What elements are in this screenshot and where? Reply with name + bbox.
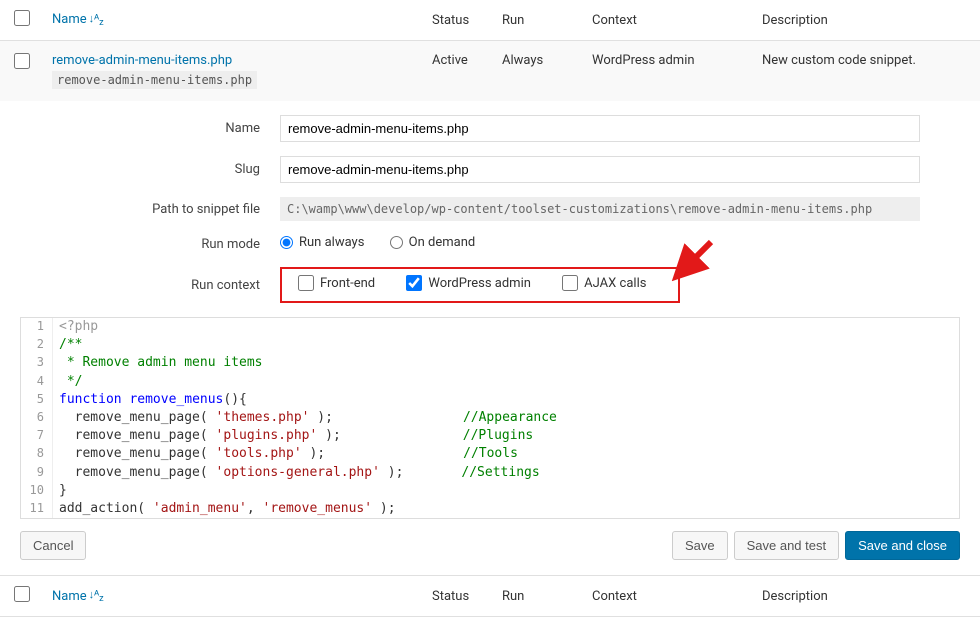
cancel-button[interactable]: Cancel (20, 531, 86, 560)
snippets-table: Name↓ᴬz Status Run Context Description r… (0, 0, 980, 617)
column-context-header[interactable]: Context (584, 0, 754, 41)
slug-input[interactable] (280, 156, 920, 183)
annotation-arrow-icon (666, 237, 716, 287)
col-name-label: Name (52, 12, 87, 27)
path-display: C:\wamp\www\develop/wp-content/toolset-c… (280, 197, 920, 221)
path-label: Path to snippet file (20, 202, 280, 217)
context-frontend-checkbox[interactable] (298, 275, 314, 291)
footer-column-status-header[interactable]: Status (424, 576, 494, 617)
sort-icon: ↓ᴬz (89, 12, 104, 25)
row-context: WordPress admin (584, 41, 754, 102)
table-row: remove-admin-menu-items.php remove-admin… (0, 41, 980, 102)
context-label: Run context (20, 278, 280, 293)
column-status-header[interactable]: Status (424, 0, 494, 41)
snippet-title-link[interactable]: remove-admin-menu-items.php (52, 53, 232, 68)
name-input[interactable] (280, 115, 920, 142)
save-close-button[interactable]: Save and close (845, 531, 960, 560)
footer-column-run-header[interactable]: Run (494, 576, 584, 617)
context-ajax-checkbox[interactable] (562, 275, 578, 291)
footer-column-description-header[interactable]: Description (754, 576, 980, 617)
select-all-footer-checkbox[interactable] (14, 586, 30, 602)
row-run: Always (494, 41, 584, 102)
context-ajax[interactable]: AJAX calls (556, 275, 646, 291)
row-description: New custom code snippet. (754, 41, 980, 102)
context-wpadmin-checkbox[interactable] (406, 275, 422, 291)
row-status: Active (424, 41, 494, 102)
editor-panel: Name Slug Path to snippet file C:\wamp\w… (0, 115, 980, 575)
column-name-header[interactable]: Name↓ᴬz (52, 12, 104, 27)
save-button[interactable]: Save (672, 531, 728, 560)
save-test-button[interactable]: Save and test (734, 531, 840, 560)
name-label: Name (20, 121, 280, 136)
runmode-ondemand[interactable]: On demand (390, 235, 476, 250)
footer-column-context-header[interactable]: Context (584, 576, 754, 617)
runmode-label: Run mode (20, 237, 280, 252)
context-wpadmin[interactable]: WordPress admin (400, 275, 531, 291)
runmode-always-radio[interactable] (280, 236, 293, 249)
footer-column-name-header[interactable]: Name↓ᴬz (52, 589, 104, 604)
select-all-checkbox[interactable] (14, 10, 30, 26)
runmode-ondemand-radio[interactable] (390, 236, 403, 249)
row-checkbox[interactable] (14, 53, 30, 69)
code-editor[interactable]: 1<?php 2/** 3 * Remove admin menu items … (20, 317, 960, 519)
column-description-header[interactable]: Description (754, 0, 980, 41)
slug-label: Slug (20, 162, 280, 177)
runmode-always[interactable]: Run always (280, 235, 364, 250)
sort-icon: ↓ᴬz (89, 588, 104, 601)
context-highlight-box: Front-end WordPress admin AJAX calls (280, 267, 680, 303)
context-frontend[interactable]: Front-end (292, 275, 375, 291)
column-run-header[interactable]: Run (494, 0, 584, 41)
snippet-slug-preview: remove-admin-menu-items.php (52, 71, 257, 89)
